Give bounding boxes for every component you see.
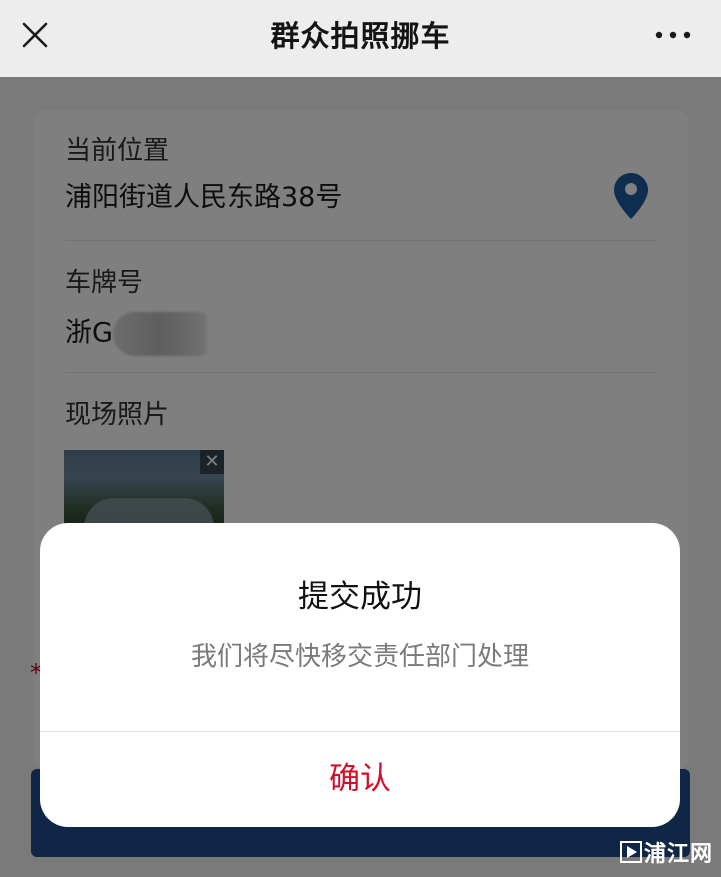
- top-bar: 群众拍照挪车: [0, 0, 721, 77]
- play-logo-icon: [619, 841, 642, 863]
- watermark-text: 浦江网: [643, 842, 713, 867]
- dialog-message: 我们将尽快移交责任部门处理: [190, 642, 529, 672]
- site-watermark: 浦江网: [619, 837, 713, 867]
- dialog-title: 提交成功: [298, 579, 422, 615]
- confirm-button[interactable]: 确认: [40, 732, 680, 827]
- more-icon[interactable]: [653, 20, 693, 50]
- page-title: 群众拍照挪车: [270, 19, 451, 53]
- success-dialog: 提交成功 我们将尽快移交责任部门处理 确认: [40, 523, 680, 827]
